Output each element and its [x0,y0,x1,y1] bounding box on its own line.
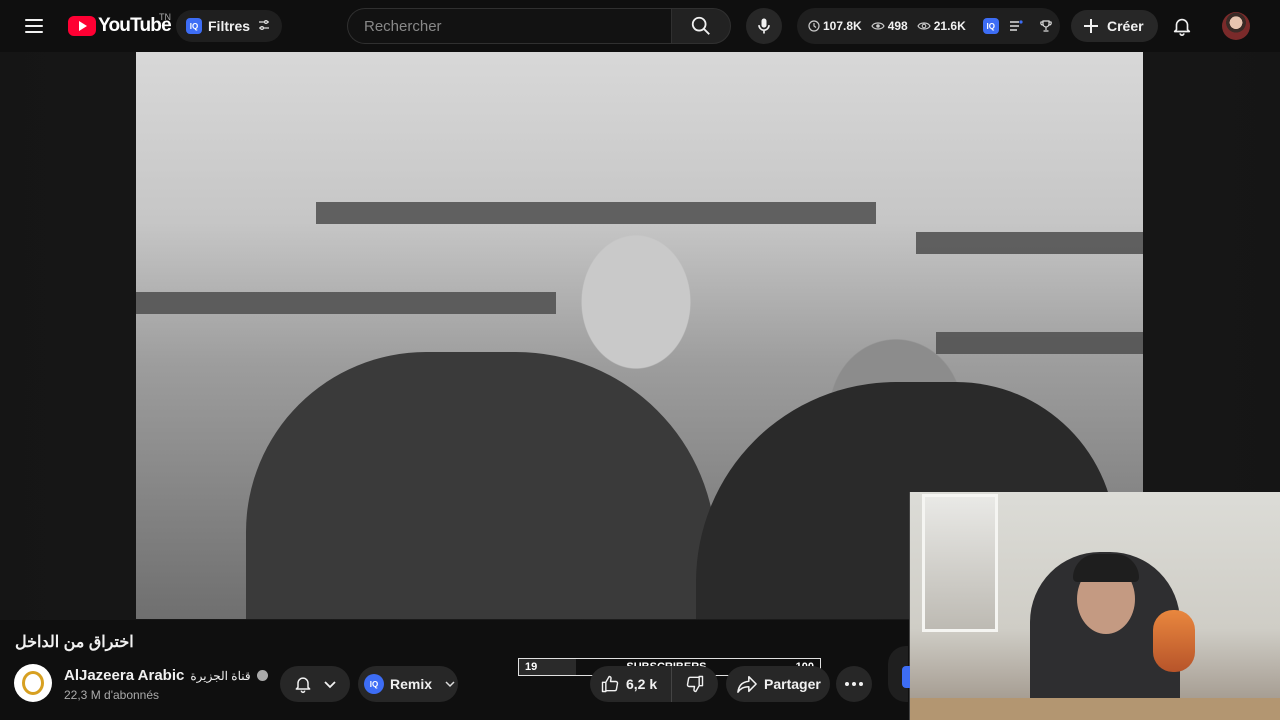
menu-icon[interactable] [16,8,52,44]
tune-icon [258,19,270,34]
microphone-icon [758,18,770,34]
iq-icon: IQ [186,18,202,34]
list-icon[interactable] [1009,20,1023,32]
search-icon [691,16,710,35]
thumbs-down-icon [686,675,704,693]
chevron-down-icon [445,681,455,688]
notifications-button[interactable] [1164,8,1200,44]
subscription-bell-button[interactable] [280,666,350,702]
chevron-down-icon [324,681,336,689]
partially-hidden-button[interactable] [888,646,910,702]
webcam-detail [1153,610,1195,672]
trophy-icon[interactable] [1039,19,1053,33]
webcam-overlay [909,492,1280,720]
share-button[interactable]: Partager [726,666,830,702]
remix-label: Remix [390,676,433,692]
channel-name-latin: AlJazeera Arabic [64,667,185,684]
create-button[interactable]: Créer [1071,10,1158,42]
remix-button[interactable]: IQ Remix [358,666,458,702]
channel-name[interactable]: AlJazeera Arabic قناة الجزيرة [64,667,268,684]
watching-value: 498 [887,19,908,33]
search-input[interactable] [364,17,672,35]
video-frame-detail [316,202,876,224]
channel-avatar[interactable] [14,664,52,702]
webcam-detail [922,494,998,632]
bell-icon [1173,18,1191,36]
views-stat: 107.8K [808,19,862,33]
like-button[interactable]: 6,2 k [590,666,672,702]
youtube-play-icon [68,16,96,36]
video-title: اختراق من الداخل [15,634,134,651]
views-value: 107.8K [823,19,862,33]
webcam-detail [910,698,1280,720]
plus-icon [1084,19,1098,33]
create-label: Créer [1107,18,1144,34]
search-button[interactable] [671,8,731,44]
more-horizontal-icon [845,682,863,686]
region-code: TN [159,12,171,22]
share-label: Partager [764,676,821,692]
stats-panel[interactable]: 107.8K 498 21.6K IQ [797,8,1060,44]
video-frame-detail [246,352,716,619]
share-icon [737,675,757,693]
aljazeera-logo-icon [22,671,44,695]
video-frame-detail [936,332,1143,354]
dislike-button[interactable] [672,666,718,702]
channel-name-arabic: قناة الجزيرة [190,668,251,683]
like-dislike-group: 6,2 k [590,666,718,702]
voice-search-button[interactable] [746,8,782,44]
youtube-logo[interactable]: YouTube [68,14,172,38]
secondary-views-stat: 21.6K [917,19,966,33]
like-count: 6,2 k [626,676,658,692]
clock-icon [808,20,820,32]
bell-icon [295,677,311,694]
search-box [347,8,672,44]
top-bar: YouTube TN IQ Filtres 107.8K 498 21.6K I… [0,0,1280,52]
subscriber-goal-current: 19 [525,661,538,673]
filters-button[interactable]: IQ Filtres [176,10,283,42]
iq-icon[interactable]: IQ [982,18,999,34]
secondary-views-value: 21.6K [933,19,966,33]
video-frame-detail [916,232,1143,254]
filters-label: Filtres [208,18,251,34]
more-actions-button[interactable] [836,666,872,702]
thumbs-up-icon [601,675,619,693]
webcam-detail [1073,554,1139,582]
subscriber-count: 22,3 M d'abonnés [64,688,160,702]
eye-outline-icon [917,22,931,30]
verified-icon [256,670,268,681]
watching-stat: 498 [871,19,908,33]
video-frame-detail [136,292,556,314]
user-avatar[interactable] [1222,12,1250,40]
iq-icon: IQ [364,674,384,694]
eye-icon [871,22,885,30]
